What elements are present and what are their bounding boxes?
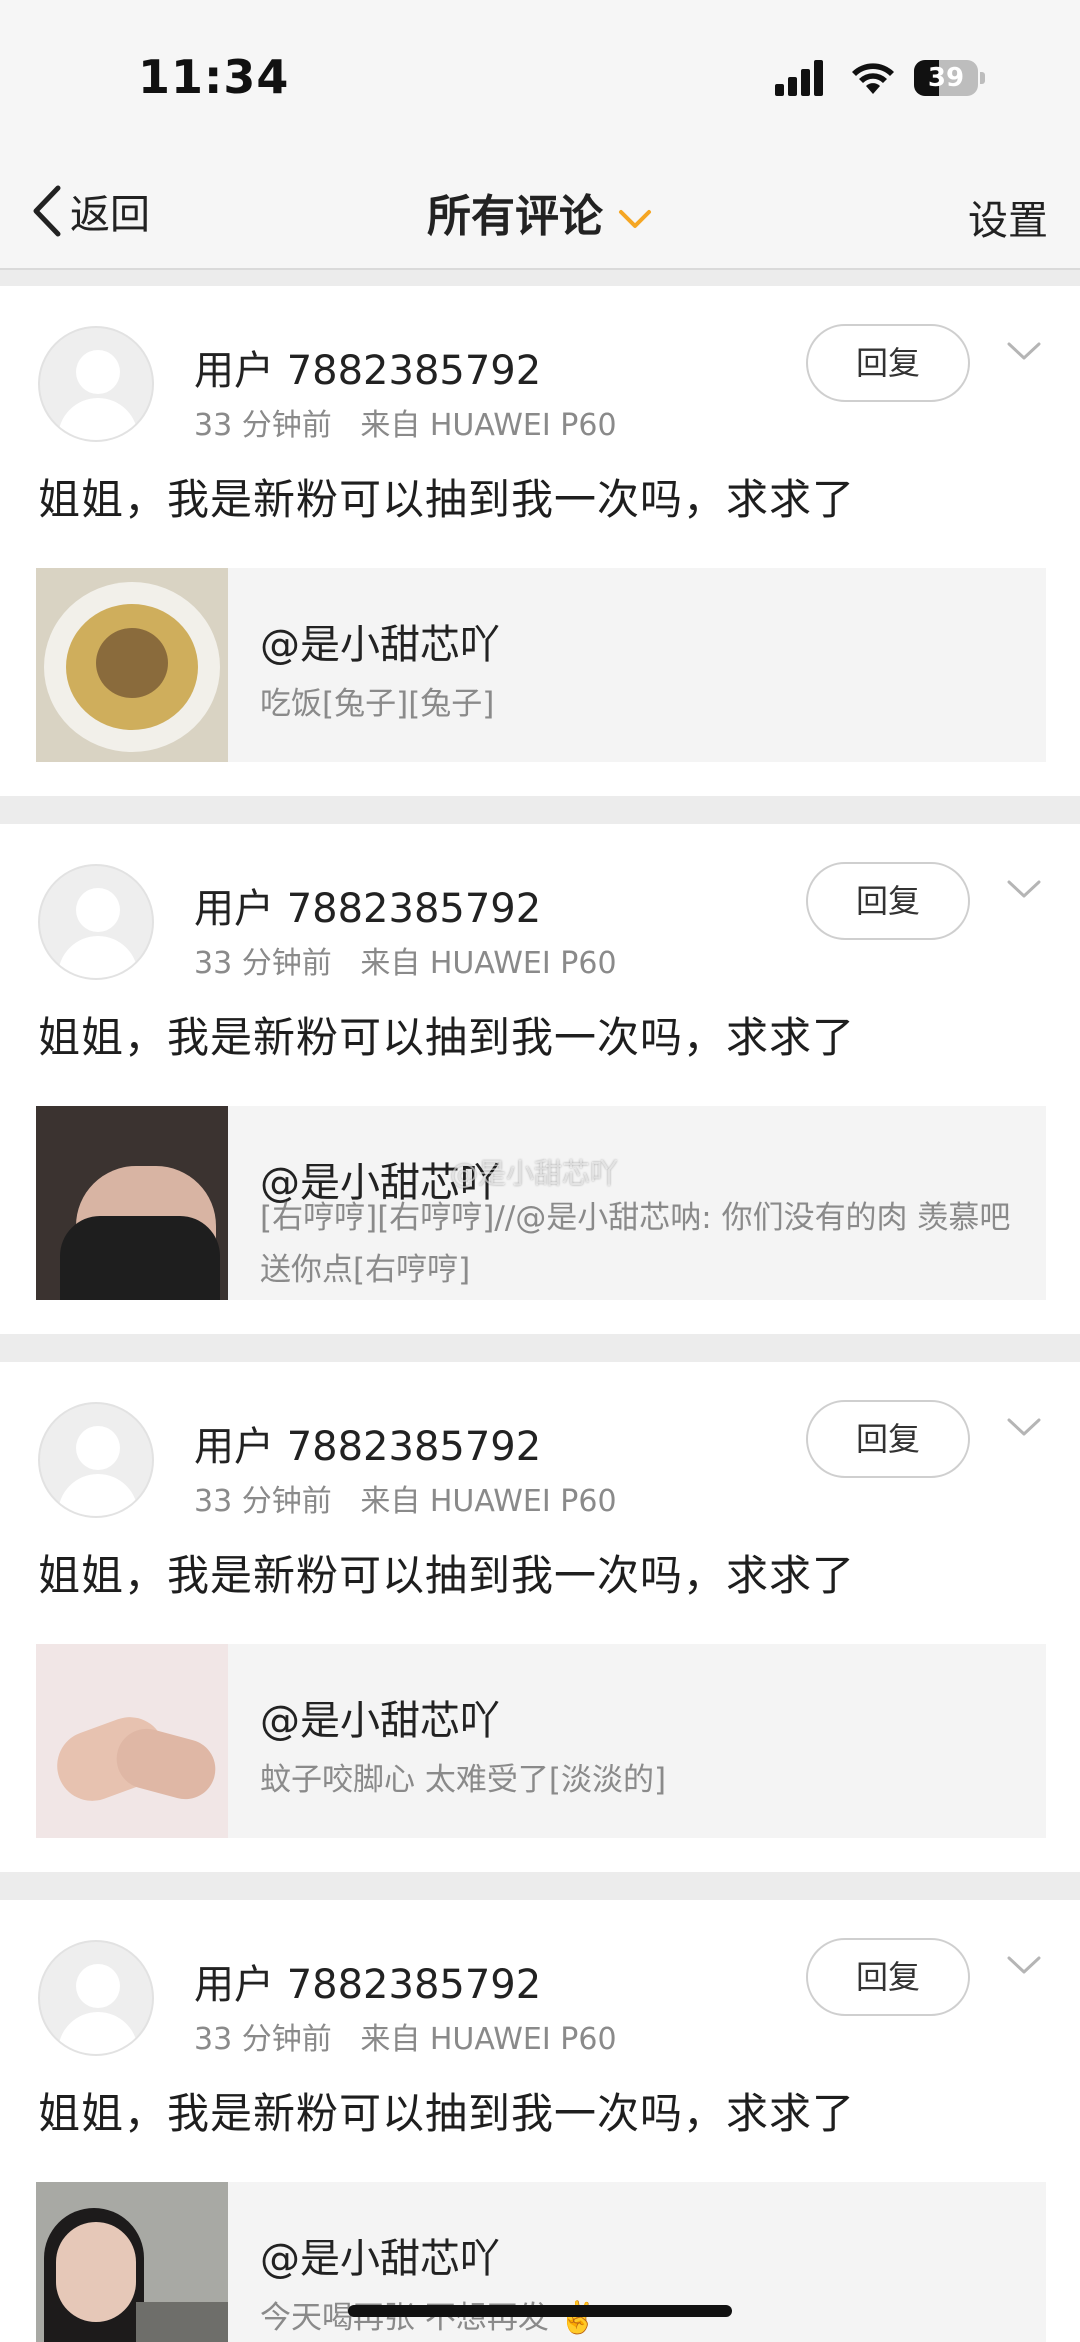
- status-time: 11:34: [138, 50, 290, 104]
- username[interactable]: 用户 7882385792: [194, 1414, 541, 1472]
- quoted-text: 今天喝再张 不想再发 ✌️: [260, 2300, 598, 2336]
- quoted-author[interactable]: @是小甜芯吖: [260, 612, 500, 670]
- chevron-down-icon: [619, 210, 651, 228]
- home-indicator[interactable]: [348, 2305, 732, 2317]
- page-title: 所有评论: [427, 191, 603, 242]
- comment-meta: 33 分钟前 来自 HUAWEI P60: [194, 2014, 617, 2058]
- comment-time: 33 分钟前: [194, 1484, 332, 1519]
- comment-source: 来自 HUAWEI P60: [360, 2022, 617, 2057]
- avatar[interactable]: [38, 326, 154, 442]
- status-bar: 11:34 39: [0, 0, 1080, 150]
- quoted-text: 吃饭[兔子][兔子]: [260, 686, 495, 722]
- post-thumbnail[interactable]: [36, 2182, 228, 2342]
- comment-card[interactable]: 用户 7882385792 33 分钟前 来自 HUAWEI P60 回复 姐姐…: [0, 286, 1080, 796]
- battery-icon: 39: [914, 60, 986, 96]
- comment-text: 姐姐，我是新粉可以抽到我一次吗，求求了: [38, 1551, 856, 1600]
- username[interactable]: 用户 7882385792: [194, 338, 541, 396]
- comment-source: 来自 HUAWEI P60: [360, 946, 617, 981]
- quoted-author[interactable]: @是小甜芯吖: [260, 1688, 500, 1746]
- comment-meta: 33 分钟前 来自 HUAWEI P60: [194, 938, 617, 982]
- battery-percentage: 39: [927, 63, 965, 93]
- quoted-text: [右哼哼][右哼哼]//@是小甜芯呐: 你们没有的肉 羡慕吧 送你点[右哼哼]: [260, 1200, 1011, 1288]
- quoted-post[interactable]: @是小甜芯吖 蚊子咬脚心 太难受了[淡淡的]: [36, 1644, 1046, 1838]
- quoted-post[interactable]: @是小甜芯吖 今天喝再张 不想再发 ✌️: [36, 2182, 1046, 2342]
- chevron-down-icon[interactable]: [1006, 1954, 1042, 1976]
- reply-button[interactable]: 回复: [806, 862, 970, 940]
- chevron-down-icon[interactable]: [1006, 1416, 1042, 1438]
- chevron-down-icon[interactable]: [1006, 340, 1042, 362]
- comment-source: 来自 HUAWEI P60: [360, 408, 617, 443]
- comment-source: 来自 HUAWEI P60: [360, 1484, 617, 1519]
- nav-bar: 返回 所有评论 设置: [0, 150, 1080, 270]
- comment-time: 33 分钟前: [194, 408, 332, 443]
- avatar[interactable]: [38, 864, 154, 980]
- comment-card[interactable]: 用户 7882385792 33 分钟前 来自 HUAWEI P60 回复 姐姐…: [0, 1362, 1080, 1872]
- comment-meta: 33 分钟前 来自 HUAWEI P60: [194, 400, 617, 444]
- quoted-author[interactable]: @是小甜芯吖: [260, 2226, 500, 2284]
- comment-meta: 33 分钟前 来自 HUAWEI P60: [194, 1476, 617, 1520]
- watermark: @是小甜芯吖: [450, 1157, 619, 1190]
- reply-button[interactable]: 回复: [806, 324, 970, 402]
- quoted-post[interactable]: @是小甜芯吖 [右哼哼][右哼哼]//@是小甜芯呐: 你们没有的肉 羡慕吧 送你…: [36, 1106, 1046, 1300]
- post-thumbnail[interactable]: [36, 568, 228, 762]
- wifi-icon: [852, 63, 894, 94]
- comment-text: 姐姐，我是新粉可以抽到我一次吗，求求了: [38, 1013, 856, 1062]
- comment-list: 用户 7882385792 33 分钟前 来自 HUAWEI P60 回复 姐姐…: [0, 286, 1080, 2342]
- cellular-signal-icon: [775, 60, 829, 96]
- post-thumbnail[interactable]: [36, 1644, 228, 1838]
- settings-button[interactable]: 设置: [968, 188, 1048, 246]
- comment-time: 33 分钟前: [194, 2022, 332, 2057]
- post-thumbnail[interactable]: [36, 1106, 228, 1300]
- reply-button[interactable]: 回复: [806, 1938, 970, 2016]
- avatar[interactable]: [38, 1940, 154, 2056]
- comment-time: 33 分钟前: [194, 946, 332, 981]
- comment-card[interactable]: 用户 7882385792 33 分钟前 来自 HUAWEI P60 回复 姐姐…: [0, 1900, 1080, 2342]
- quoted-post[interactable]: @是小甜芯吖 吃饭[兔子][兔子]: [36, 568, 1046, 762]
- chevron-down-icon[interactable]: [1006, 878, 1042, 900]
- comment-text: 姐姐，我是新粉可以抽到我一次吗，求求了: [38, 2089, 856, 2138]
- comment-card[interactable]: 用户 7882385792 33 分钟前 来自 HUAWEI P60 回复 姐姐…: [0, 824, 1080, 1334]
- avatar[interactable]: [38, 1402, 154, 1518]
- username[interactable]: 用户 7882385792: [194, 876, 541, 934]
- comment-filter-dropdown[interactable]: 所有评论: [0, 180, 1080, 244]
- reply-button[interactable]: 回复: [806, 1400, 970, 1478]
- username[interactable]: 用户 7882385792: [194, 1952, 541, 2010]
- comment-text: 姐姐，我是新粉可以抽到我一次吗，求求了: [38, 475, 856, 524]
- quoted-text: 蚊子咬脚心 太难受了[淡淡的]: [260, 1762, 667, 1798]
